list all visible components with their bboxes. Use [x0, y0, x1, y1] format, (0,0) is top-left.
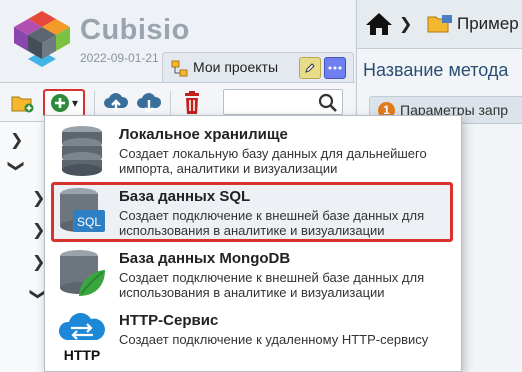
trash-icon [185, 91, 199, 114]
add-folder-icon [11, 96, 34, 113]
tree-expand-icon[interactable]: ❯ [10, 130, 23, 150]
tree-collapse-icon[interactable]: ❯ [7, 159, 27, 172]
tab-my-projects[interactable]: Мои проекты [162, 52, 354, 82]
menu-item-description: Создает подключение к внешней базе данны… [119, 208, 425, 238]
download-button[interactable] [134, 89, 164, 117]
project-tree-icon [171, 60, 188, 77]
folder-icon [427, 15, 452, 33]
cubisio-logo [14, 11, 70, 67]
delete-button[interactable] [177, 89, 207, 117]
toolbar-divider [94, 91, 95, 115]
menu-item-description: Создает подключение к внешней базе данны… [119, 270, 425, 300]
cloud-download-icon [137, 93, 162, 114]
menu-item-local-storage[interactable]: Локальное хранилище Создает локальную ба… [51, 120, 453, 180]
breadcrumb-current[interactable]: Пример [457, 14, 519, 34]
add-folder-button[interactable] [8, 89, 38, 117]
menu-item-title: База данных SQL [119, 188, 251, 205]
plus-circle-icon [50, 94, 69, 112]
http-service-icon: HTTP [58, 313, 105, 362]
cloud-upload-icon [104, 93, 129, 112]
chevron-right-icon: ❯ [399, 16, 413, 33]
menu-item-sql-database[interactable]: SQL База данных SQL Создает подключение … [51, 182, 453, 242]
more-button[interactable] [324, 57, 346, 79]
menu-item-title: Локальное хранилище [119, 126, 288, 143]
search-icon [318, 93, 337, 112]
home-icon[interactable] [365, 12, 393, 36]
pencil-icon [305, 63, 315, 73]
local-storage-icon [62, 126, 102, 176]
menu-item-http-service[interactable]: HTTP HTTP-Сервис Создает подключение к у… [51, 306, 453, 366]
menu-item-title: HTTP-Сервис [119, 312, 219, 329]
add-button[interactable]: ▾ [43, 89, 85, 117]
menu-item-description: Создает подключение к удаленному HTTP-се… [119, 332, 429, 347]
tab-my-projects-label: Мои проекты [193, 59, 279, 75]
add-source-menu: Локальное хранилище Создает локальную ба… [44, 115, 462, 372]
menu-item-mongodb[interactable]: База данных MongoDB Создает подключение … [51, 244, 453, 304]
menu-item-title: База данных MongoDB [119, 250, 291, 267]
chevron-down-icon: ▾ [71, 96, 79, 110]
breadcrumb: ❯ Пример [357, 0, 522, 49]
more-dots-icon [328, 66, 342, 70]
sql-icon-text: SQL [77, 215, 101, 229]
search-input[interactable] [223, 89, 343, 115]
upload-button[interactable] [101, 89, 131, 117]
app-name: Cubisio [80, 14, 190, 46]
menu-item-description: Создает локальную базу данных для дальне… [119, 146, 427, 176]
sql-database-icon: SQL [60, 188, 105, 232]
mongodb-icon [60, 250, 105, 296]
edit-button[interactable] [299, 57, 321, 79]
http-icon-text: HTTP [64, 347, 101, 362]
toolbar-divider [170, 91, 171, 115]
app-date: 2022-09-01-21 [80, 51, 159, 65]
page-title: Название метода [363, 60, 509, 80]
